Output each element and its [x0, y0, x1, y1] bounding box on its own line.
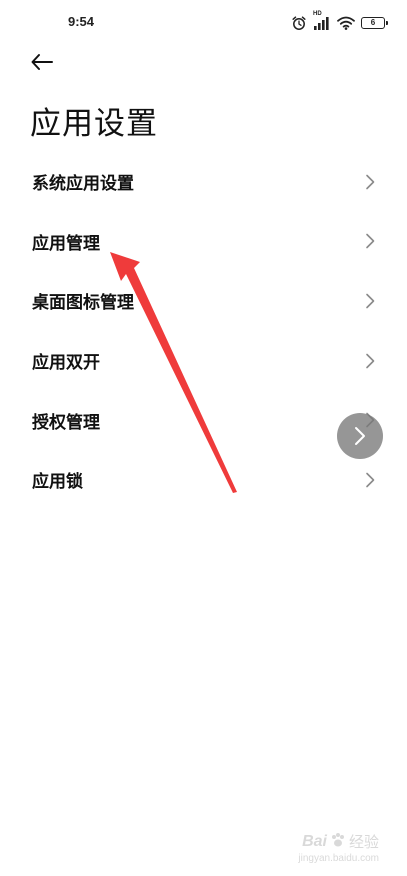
watermark-jingyan: 经验 — [348, 833, 379, 851]
watermark-logo: Bai 经验 — [302, 831, 379, 852]
battery-level: 6 — [370, 18, 376, 27]
menu-item-label: 桌面图标管理 — [32, 293, 134, 314]
status-time: 9:54 — [68, 14, 95, 29]
signal-icon: HD — [313, 11, 331, 31]
paw-icon — [330, 832, 346, 852]
menu-item-system-app-settings[interactable]: 系统应用设置 — [0, 152, 407, 212]
menu-item-dual-apps[interactable]: 应用双开 — [0, 331, 407, 391]
status-bar: 9:54 HD 6 — [0, 0, 407, 44]
watermark-url: jingyan.baidu.com — [298, 853, 379, 864]
chevron-right-icon — [366, 174, 375, 190]
menu-item-label: 应用双开 — [32, 353, 100, 374]
app-settings-screen: 9:54 HD 6 应用设置 系统应用设置 应用管理 桌面图标管理 应用双开 授… — [0, 0, 407, 876]
battery-icon: 6 — [361, 17, 388, 29]
chevron-right-icon — [366, 234, 375, 249]
menu-item-label: 应用管理 — [32, 233, 100, 254]
menu-item-label: 系统应用设置 — [32, 174, 134, 195]
menu-item-app-management[interactable]: 应用管理 — [0, 212, 407, 272]
chevron-right-icon — [366, 293, 375, 309]
wifi-icon — [337, 16, 355, 30]
watermark-brand: Bai — [302, 832, 327, 850]
menu-item-app-lock[interactable]: 应用锁 — [0, 450, 407, 510]
back-button[interactable] — [26, 48, 58, 80]
menu-item-label: 应用锁 — [32, 472, 83, 493]
menu-item-label: 授权管理 — [32, 412, 100, 433]
baidu-jingyan-watermark: Bai 经验 jingyan.baidu.com — [298, 831, 379, 864]
back-arrow-icon — [30, 53, 54, 75]
chevron-right-icon — [366, 472, 375, 488]
page-title: 应用设置 — [30, 106, 158, 142]
alarm-icon — [291, 15, 307, 31]
menu-list: 系统应用设置 应用管理 桌面图标管理 应用双开 授权管理 应用锁 — [0, 152, 407, 510]
floating-next-button[interactable] — [337, 413, 383, 459]
status-icons: HD 6 — [291, 11, 388, 32]
chevron-right-icon — [355, 427, 365, 445]
menu-item-desktop-icon-management[interactable]: 桌面图标管理 — [0, 271, 407, 331]
hd-label: HD — [313, 11, 322, 17]
chevron-right-icon — [366, 353, 375, 368]
